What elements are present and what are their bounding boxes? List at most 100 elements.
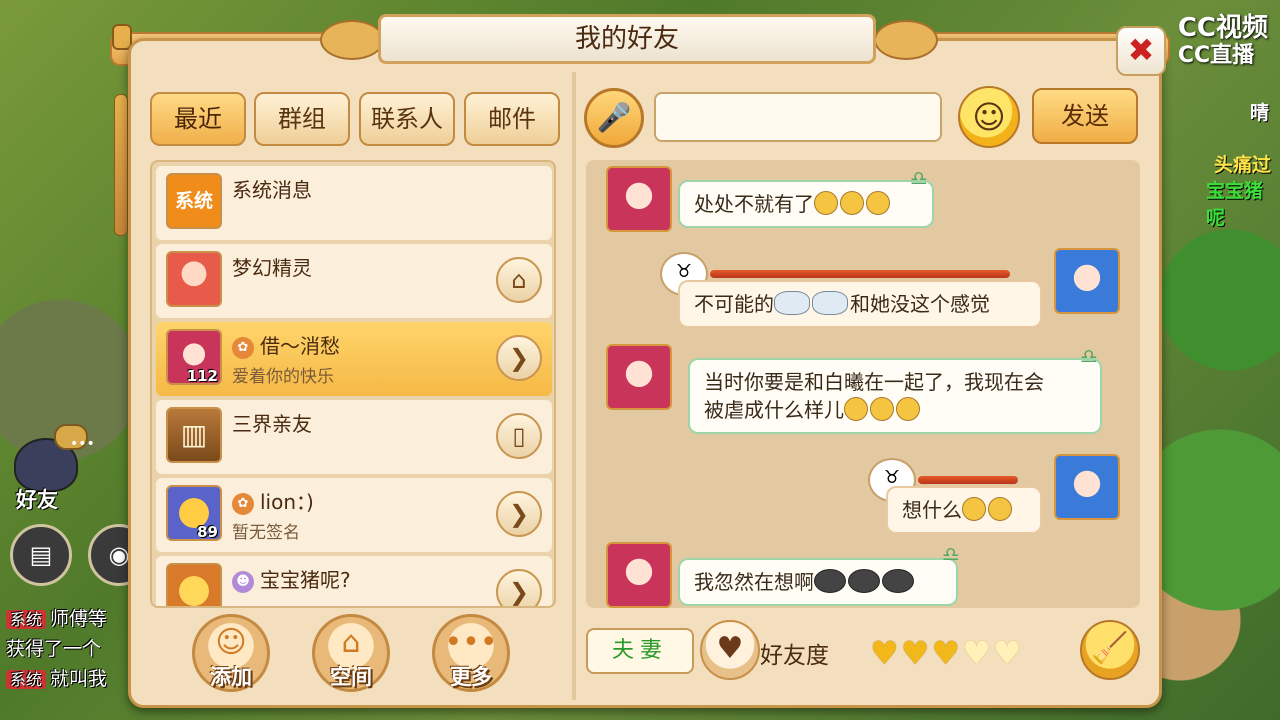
title-bar-decoration	[918, 476, 1018, 484]
contact-item-baobao[interactable]: ☻ 宝宝猪呢? ❯	[156, 556, 552, 606]
message-bubble-outgoing: 不可能的 和她没这个感觉	[678, 280, 1042, 328]
home-button[interactable]: ⌂	[496, 257, 542, 303]
message-bubble-incoming: 当时你要是和白曦在一起了，我现在会 被虐成什么样儿	[688, 358, 1102, 434]
system-tag: 系统	[6, 670, 47, 689]
contact-item-system[interactable]: 系统 系统消息	[156, 166, 552, 240]
clear-chat-button[interactable]: 🧹	[1080, 620, 1140, 680]
dark-emoji-icon	[882, 569, 914, 593]
chat-shortcut-button[interactable]: ▤	[10, 524, 72, 586]
friend-list-column: 最近 群组 联系人 邮件 系统 系统消息 梦幻精灵 ⌂ 112 ✿ 借～消愁 爱着…	[146, 82, 560, 702]
world-chat-line: 系统 师傅等	[6, 604, 107, 631]
contact-name: 梦幻精灵	[232, 256, 312, 280]
crying-emoji-icon	[774, 291, 810, 315]
contact-item-lion[interactable]: 89 ✿ lion：) 暂无签名 ❯	[156, 478, 552, 552]
scroll-pole-decoration	[112, 24, 132, 236]
friend-avatar	[606, 542, 672, 608]
affinity-button[interactable]: ♥	[700, 620, 760, 680]
friend-shortcut-button[interactable]: ••• 好友	[8, 424, 95, 512]
send-button[interactable]: 发送	[1032, 88, 1138, 144]
scene-label: 宝宝猪呢	[1206, 180, 1264, 229]
smiley-icon: ☺	[972, 98, 1006, 136]
libra-badge-icon: ♎	[1080, 344, 1098, 368]
mic-icon: ◉	[108, 541, 130, 569]
contact-name: ✿ 借～消愁	[232, 330, 340, 359]
chevron-right-icon: ❯	[508, 344, 530, 372]
grin-emoji-icon	[962, 497, 986, 521]
system-avatar-icon: 系统	[166, 173, 222, 229]
space-button[interactable]: ⌂ 空间	[312, 614, 390, 692]
pet-icon: ✿	[232, 337, 254, 359]
grin-emoji-icon	[866, 191, 890, 215]
chat-column: 🎤 ☺ 发送 处处不就有了 ♎ ♉ 不可能的 和她没这个感觉 当时你要是和白曦在一…	[576, 82, 1146, 702]
open-chat-button[interactable]: ❯	[496, 491, 542, 537]
smug-emoji-icon	[870, 397, 894, 421]
home-icon: ⌂	[511, 266, 527, 294]
open-chat-button[interactable]: ❯	[496, 569, 542, 606]
contact-avatar: 89	[166, 485, 222, 541]
scene-label: 晴	[1250, 102, 1270, 124]
title-bar-decoration	[710, 270, 1010, 278]
add-friend-label: 添加	[210, 665, 252, 689]
more-button[interactable]: ••• 更多	[432, 614, 510, 692]
level-badge: 89	[197, 523, 218, 541]
contact-name: 三界亲友	[232, 412, 312, 436]
heart-filled-icon: ♥	[870, 634, 901, 672]
crying-emoji-icon	[812, 291, 848, 315]
chat-history: 处处不就有了 ♎ ♉ 不可能的 和她没这个感觉 当时你要是和白曦在一起了，我现在会…	[586, 160, 1140, 608]
chat-bubble-icon: •••	[54, 424, 95, 452]
tab-recent[interactable]: 最近	[150, 92, 246, 146]
contact-name: ☻ 宝宝猪呢?	[232, 564, 351, 593]
close-button[interactable]: ✖	[1116, 26, 1166, 76]
pet-icon: ☻	[232, 571, 254, 593]
chat-icon: ▤	[29, 541, 53, 569]
friend-avatar	[606, 344, 672, 410]
contact-name: 系统消息	[232, 178, 312, 202]
microphone-icon: 🎤	[596, 101, 632, 134]
book-icon: ▯	[512, 422, 526, 450]
relationship-tag: 夫妻	[586, 628, 694, 674]
contact-item-selected[interactable]: 112 ✿ 借～消愁 爱着你的快乐 ❯	[156, 322, 552, 396]
add-friend-icon: ☺	[215, 625, 247, 660]
more-dots-icon: •••	[444, 625, 498, 660]
panel-title: 我的好友	[378, 14, 876, 64]
level-badge: 112	[186, 367, 218, 385]
libra-badge-icon: ♎	[910, 166, 928, 190]
close-icon: ✖	[1127, 31, 1155, 69]
libra-badge-icon: ♎	[942, 542, 960, 566]
grin-emoji-icon	[988, 497, 1012, 521]
pet-icon: ✿	[232, 493, 254, 515]
broom-icon: 🧹	[1091, 631, 1129, 666]
dark-emoji-icon	[848, 569, 880, 593]
voice-input-button[interactable]: 🎤	[584, 88, 644, 148]
tab-contacts[interactable]: 联系人	[359, 92, 455, 146]
emoji-button[interactable]: ☺	[958, 86, 1020, 148]
title-ornament-left	[320, 20, 384, 60]
contact-signature: 爱着你的快乐	[232, 367, 334, 387]
contact-avatar	[166, 563, 222, 606]
tab-mail[interactable]: 邮件	[464, 92, 560, 146]
contact-item-realm-friends[interactable]: ▥ 三界亲友 ▯	[156, 400, 552, 474]
world-chat-line: 系统 就叫我	[6, 664, 107, 691]
open-chat-button[interactable]: ❯	[496, 335, 542, 381]
friend-avatar	[606, 166, 672, 232]
tab-groups[interactable]: 群组	[254, 92, 350, 146]
scene-label: 头痛过	[1214, 154, 1272, 176]
message-bubble-incoming: 我忽然在想啊	[678, 558, 958, 606]
contact-item-dream-spirit[interactable]: 梦幻精灵 ⌂	[156, 244, 552, 318]
heart-empty-icon: ♥	[962, 634, 993, 672]
add-friend-button[interactable]: ☺ 添加	[192, 614, 270, 692]
smug-emoji-icon	[844, 397, 868, 421]
dark-emoji-icon	[814, 569, 846, 593]
grin-emoji-icon	[814, 191, 838, 215]
contact-avatar: 112	[166, 329, 222, 385]
grin-emoji-icon	[840, 191, 864, 215]
cc-watermark-logo: CC视频 CC直播	[1177, 13, 1268, 68]
friend-shortcut-label: 好友	[16, 488, 58, 512]
system-tag: 系统	[6, 610, 47, 629]
scroll-avatar-icon: ▥	[166, 407, 222, 463]
book-button[interactable]: ▯	[496, 413, 542, 459]
heart-empty-icon: ♥	[992, 634, 1024, 672]
message-input[interactable]	[654, 92, 942, 142]
affinity-hearts: ♥♥♥♥♥	[870, 634, 1023, 672]
heart-filled-icon: ♥	[900, 634, 932, 672]
